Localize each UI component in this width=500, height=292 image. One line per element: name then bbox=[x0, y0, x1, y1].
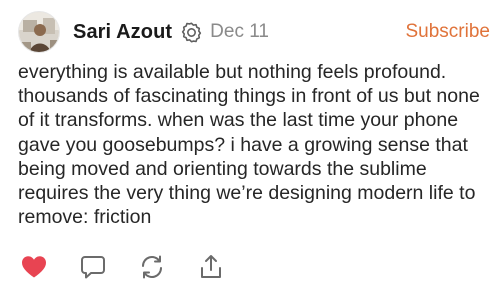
verified-badge-icon bbox=[180, 21, 202, 43]
action-bar bbox=[18, 252, 254, 282]
post-date: Dec 11 bbox=[210, 21, 269, 42]
avatar[interactable] bbox=[18, 11, 60, 53]
author-name[interactable]: Sari Azout bbox=[73, 21, 172, 44]
note-body: everything is available but nothing feel… bbox=[18, 61, 480, 229]
comment-icon bbox=[80, 254, 106, 280]
share-button[interactable] bbox=[195, 252, 227, 282]
restack-button[interactable] bbox=[136, 252, 168, 282]
heart-icon bbox=[21, 255, 47, 279]
restack-icon bbox=[139, 254, 165, 280]
note-header: Sari Azout Dec 11 Subscribe bbox=[18, 10, 490, 54]
share-icon bbox=[198, 254, 224, 280]
subscribe-button[interactable]: Subscribe bbox=[406, 21, 491, 43]
like-button[interactable] bbox=[18, 252, 50, 282]
avatar-photo bbox=[19, 12, 59, 52]
comment-button[interactable] bbox=[77, 252, 109, 282]
note-card: Sari Azout Dec 11 Subscribe everything i… bbox=[0, 0, 500, 292]
